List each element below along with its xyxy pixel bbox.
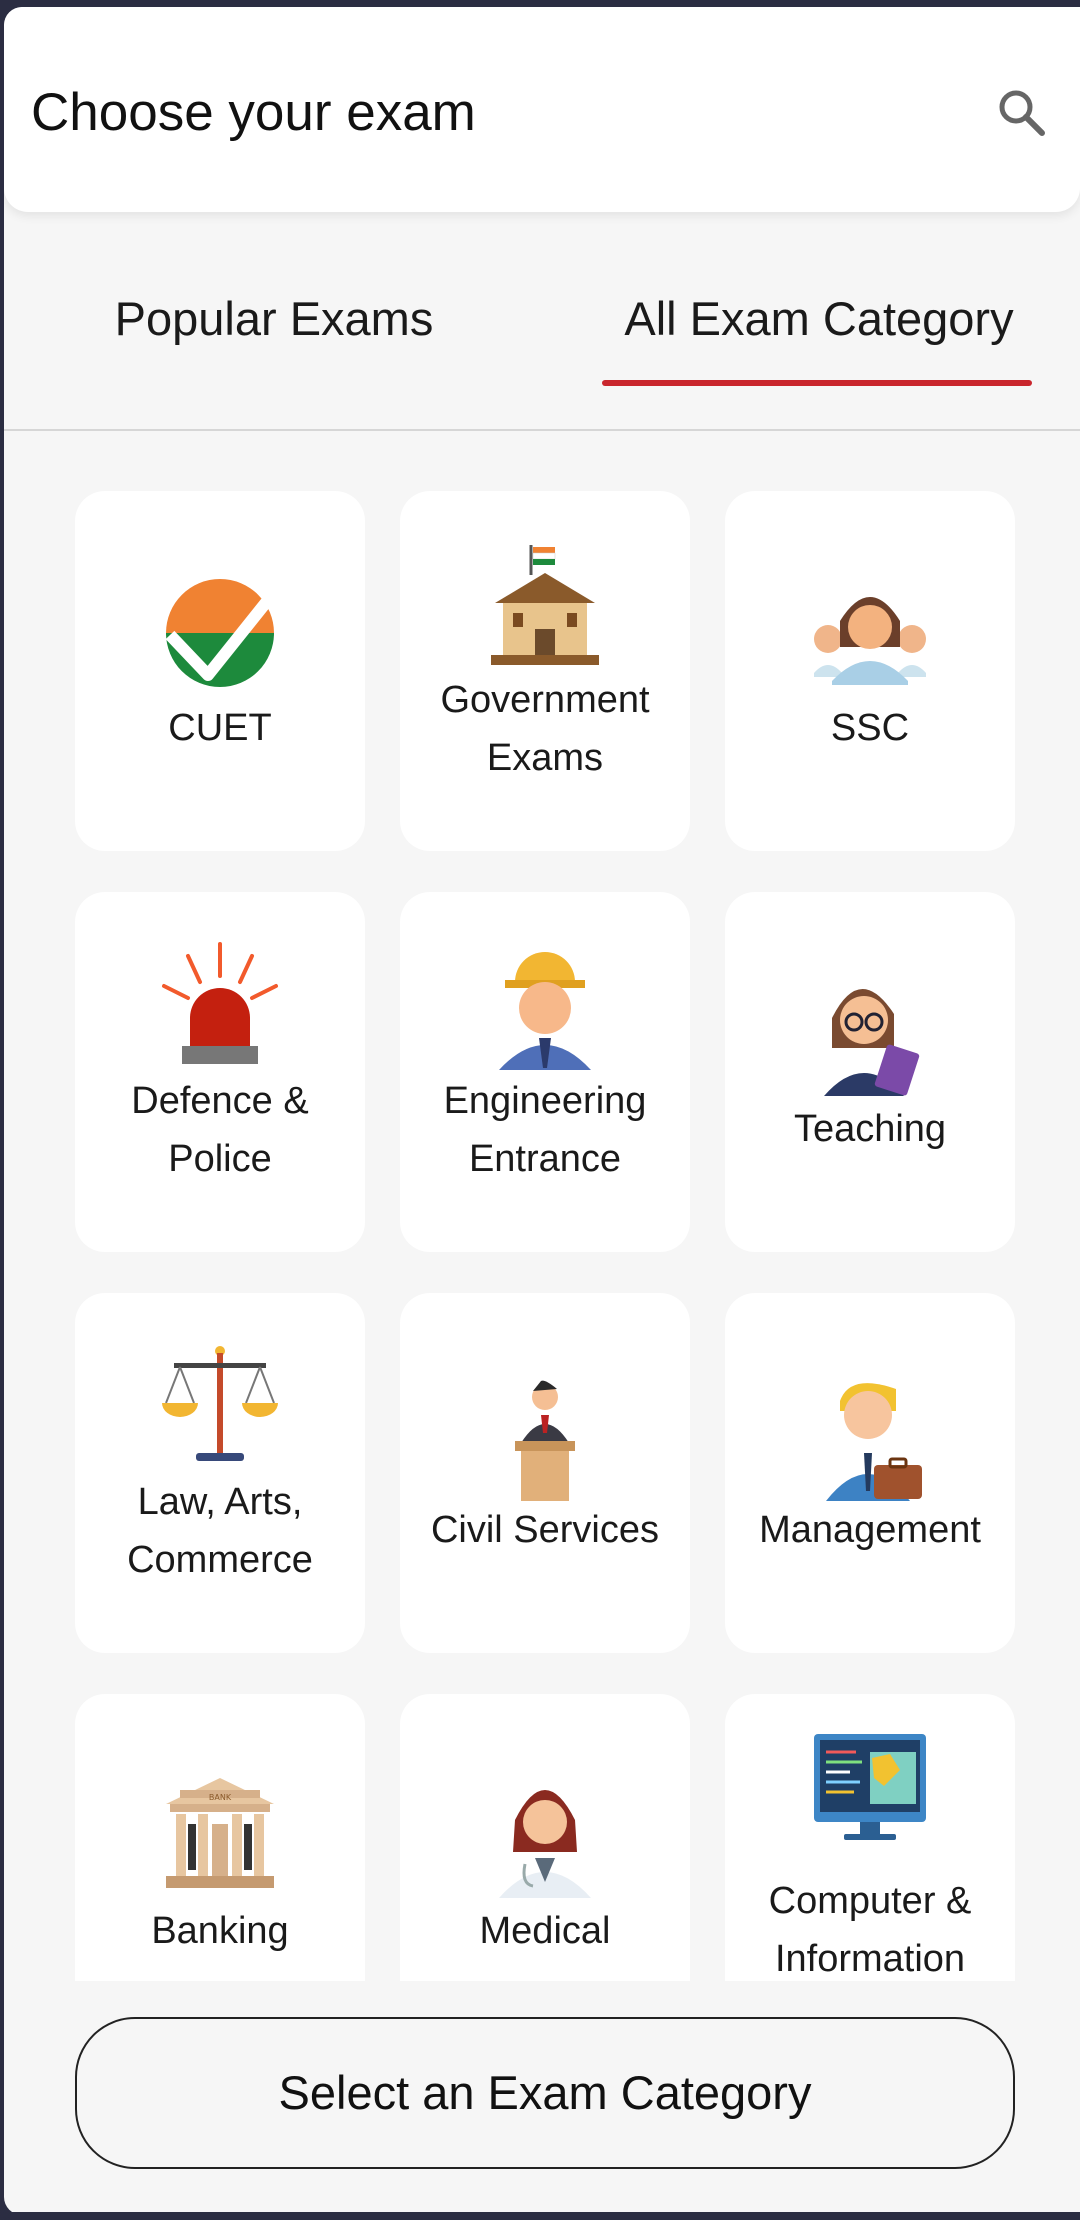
people-group-icon (814, 597, 926, 685)
engineer-icon (499, 952, 591, 1070)
cuet-check-icon (165, 579, 277, 687)
category-card-civil-services[interactable]: Civil Services (400, 1293, 690, 1653)
exam-selection-sheet: Choose your exam Popular Exams All Exam … (4, 7, 1080, 2215)
category-label: SSC (830, 707, 910, 749)
tab-popular-exams[interactable]: Popular Exams (64, 267, 484, 387)
divider (4, 429, 1080, 431)
select-exam-category-button[interactable]: Select an Exam Category (75, 2017, 1015, 2169)
category-label-line2: Information (774, 1938, 966, 1980)
category-label: Law, Arts, (137, 1481, 303, 1523)
computer-monitor-icon (814, 1734, 926, 1840)
category-card-computer[interactable]: Computer & Information (725, 1694, 1015, 1981)
category-label-line2: Exams (486, 737, 604, 779)
category-label: Defence & (131, 1080, 309, 1122)
category-card-defence[interactable]: Defence & Police (75, 892, 365, 1252)
scales-icon (162, 1346, 278, 1461)
category-card-law[interactable]: Law, Arts, Commerce (75, 1293, 365, 1653)
category-label: Computer & (768, 1880, 972, 1922)
teacher-icon (824, 988, 920, 1096)
category-card-government[interactable]: Government Exams (400, 491, 690, 851)
category-label: Banking (151, 1910, 289, 1952)
category-label: Medical (479, 1910, 611, 1952)
category-grid: CUET Government Exams SSC Defence & Poli… (4, 491, 1080, 1981)
category-label: Engineering (443, 1080, 647, 1122)
tab-all-exam-category[interactable]: All Exam Category (604, 267, 1034, 387)
category-label-line2: Police (168, 1138, 272, 1180)
exam-tabs: Popular Exams All Exam Category (4, 267, 1080, 437)
category-card-teaching[interactable]: Teaching (725, 892, 1015, 1252)
doctor-icon (499, 1790, 591, 1898)
category-label: Civil Services (430, 1509, 660, 1551)
category-card-management[interactable]: Management (725, 1293, 1015, 1653)
siren-icon (162, 942, 278, 1064)
header: Choose your exam (4, 7, 1080, 212)
government-building-icon (491, 545, 599, 665)
category-card-banking[interactable]: BANK Banking (75, 1694, 365, 1981)
category-card-medical[interactable]: Medical (400, 1694, 690, 1981)
search-button[interactable] (994, 85, 1050, 141)
category-label-line2: Commerce (127, 1539, 313, 1581)
category-card-cuet[interactable]: CUET (75, 491, 365, 851)
manager-briefcase-icon (826, 1383, 922, 1501)
category-label: Government (440, 679, 650, 721)
bottom-strip (0, 2212, 1080, 2220)
page-title: Choose your exam (31, 83, 476, 142)
category-card-engineering[interactable]: Engineering Entrance (400, 892, 690, 1252)
bank-icon: BANK (166, 1778, 274, 1888)
search-icon (999, 90, 1045, 136)
category-label-line2: Entrance (468, 1138, 622, 1180)
active-tab-indicator (602, 380, 1032, 386)
category-label: Teaching (793, 1108, 947, 1150)
category-card-ssc[interactable]: SSC (725, 491, 1015, 851)
category-label: CUET (168, 707, 272, 749)
speaker-podium-icon (515, 1380, 575, 1501)
category-label: Management (759, 1509, 981, 1551)
svg-text:BANK: BANK (209, 1793, 232, 1802)
